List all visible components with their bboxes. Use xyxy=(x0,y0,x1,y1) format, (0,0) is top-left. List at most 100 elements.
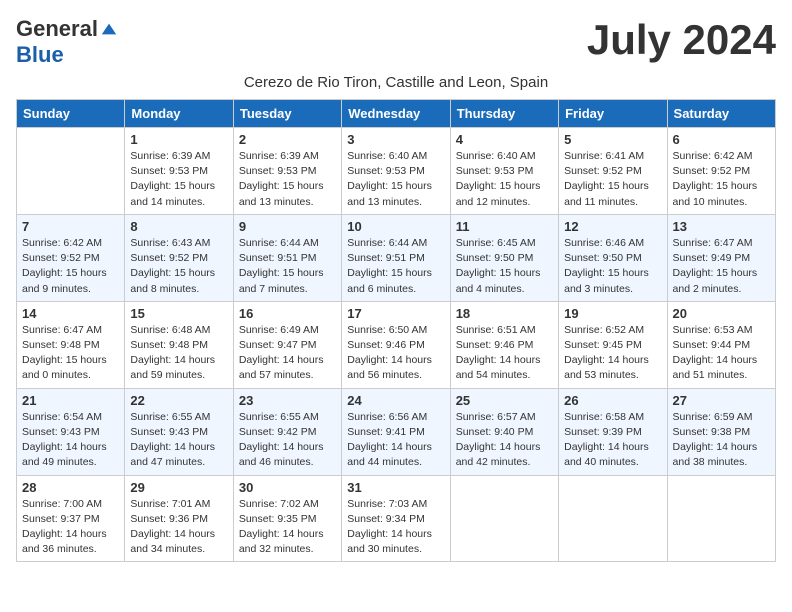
calendar-cell xyxy=(667,475,775,562)
day-number: 2 xyxy=(239,132,336,147)
calendar-cell: 1 Sunrise: 6:39 AMSunset: 9:53 PMDaylight… xyxy=(125,128,233,215)
calendar-cell: 13 Sunrise: 6:47 AMSunset: 9:49 PMDayligh… xyxy=(667,214,775,301)
day-header-monday: Monday xyxy=(125,100,233,128)
day-info: Sunrise: 6:47 AMSunset: 9:48 PMDaylight:… xyxy=(22,323,119,384)
calendar-subtitle: Cerezo de Rio Tiron, Castille and Leon, … xyxy=(16,74,776,91)
day-number: 6 xyxy=(673,132,770,147)
day-number: 31 xyxy=(347,480,444,495)
calendar-cell: 27 Sunrise: 6:59 AMSunset: 9:38 PMDayligh… xyxy=(667,388,775,475)
day-number: 5 xyxy=(564,132,661,147)
day-number: 14 xyxy=(22,306,119,321)
page-header: General Blue July 2024 xyxy=(16,16,776,68)
calendar-cell: 22 Sunrise: 6:55 AMSunset: 9:43 PMDayligh… xyxy=(125,388,233,475)
day-number: 8 xyxy=(130,219,227,234)
day-info: Sunrise: 6:54 AMSunset: 9:43 PMDaylight:… xyxy=(22,410,119,471)
calendar-cell: 2 Sunrise: 6:39 AMSunset: 9:53 PMDaylight… xyxy=(233,128,341,215)
day-info: Sunrise: 6:53 AMSunset: 9:44 PMDaylight:… xyxy=(673,323,770,384)
day-number: 28 xyxy=(22,480,119,495)
calendar-cell: 8 Sunrise: 6:43 AMSunset: 9:52 PMDaylight… xyxy=(125,214,233,301)
day-number: 29 xyxy=(130,480,227,495)
day-number: 30 xyxy=(239,480,336,495)
calendar-week-row: 1 Sunrise: 6:39 AMSunset: 9:53 PMDaylight… xyxy=(17,128,776,215)
day-info: Sunrise: 6:42 AMSunset: 9:52 PMDaylight:… xyxy=(22,236,119,297)
calendar-cell: 17 Sunrise: 6:50 AMSunset: 9:46 PMDayligh… xyxy=(342,301,450,388)
calendar-cell: 16Sunrise: 6:49 AMSunset: 9:47 PMDayligh… xyxy=(233,301,341,388)
calendar-week-row: 21 Sunrise: 6:54 AMSunset: 9:43 PMDayligh… xyxy=(17,388,776,475)
day-number: 15 xyxy=(130,306,227,321)
day-info: Sunrise: 6:56 AMSunset: 9:41 PMDaylight:… xyxy=(347,410,444,471)
calendar-cell: 21 Sunrise: 6:54 AMSunset: 9:43 PMDayligh… xyxy=(17,388,125,475)
calendar-week-row: 7 Sunrise: 6:42 AMSunset: 9:52 PMDaylight… xyxy=(17,214,776,301)
day-info: Sunrise: 6:39 AMSunset: 9:53 PMDaylight:… xyxy=(130,149,227,210)
calendar-cell: 26 Sunrise: 6:58 AMSunset: 9:39 PMDayligh… xyxy=(559,388,667,475)
day-number: 26 xyxy=(564,393,661,408)
day-number: 11 xyxy=(456,219,553,234)
day-number: 19 xyxy=(564,306,661,321)
calendar-cell: 3 Sunrise: 6:40 AMSunset: 9:53 PMDaylight… xyxy=(342,128,450,215)
calendar-cell: 6Sunrise: 6:42 AMSunset: 9:52 PMDaylight… xyxy=(667,128,775,215)
day-header-wednesday: Wednesday xyxy=(342,100,450,128)
day-info: Sunrise: 6:43 AMSunset: 9:52 PMDaylight:… xyxy=(130,236,227,297)
calendar-cell: 14 Sunrise: 6:47 AMSunset: 9:48 PMDayligh… xyxy=(17,301,125,388)
day-info: Sunrise: 6:58 AMSunset: 9:39 PMDaylight:… xyxy=(564,410,661,471)
logo-icon xyxy=(100,20,118,38)
day-info: Sunrise: 7:00 AMSunset: 9:37 PMDaylight:… xyxy=(22,497,119,558)
day-number: 3 xyxy=(347,132,444,147)
logo-blue: Blue xyxy=(16,42,64,68)
day-header-sunday: Sunday xyxy=(17,100,125,128)
day-info: Sunrise: 6:47 AMSunset: 9:49 PMDaylight:… xyxy=(673,236,770,297)
day-number: 10 xyxy=(347,219,444,234)
calendar-cell: 31Sunrise: 7:03 AMSunset: 9:34 PMDayligh… xyxy=(342,475,450,562)
day-number: 13 xyxy=(673,219,770,234)
day-number: 4 xyxy=(456,132,553,147)
day-info: Sunrise: 6:48 AMSunset: 9:48 PMDaylight:… xyxy=(130,323,227,384)
calendar-cell: 25 Sunrise: 6:57 AMSunset: 9:40 PMDayligh… xyxy=(450,388,558,475)
calendar-cell: 4Sunrise: 6:40 AMSunset: 9:53 PMDaylight… xyxy=(450,128,558,215)
day-number: 18 xyxy=(456,306,553,321)
calendar-cell xyxy=(450,475,558,562)
day-info: Sunrise: 6:52 AMSunset: 9:45 PMDaylight:… xyxy=(564,323,661,384)
day-number: 27 xyxy=(673,393,770,408)
day-info: Sunrise: 6:55 AMSunset: 9:43 PMDaylight:… xyxy=(130,410,227,471)
day-info: Sunrise: 6:51 AMSunset: 9:46 PMDaylight:… xyxy=(456,323,553,384)
day-info: Sunrise: 6:44 AMSunset: 9:51 PMDaylight:… xyxy=(347,236,444,297)
day-info: Sunrise: 6:45 AMSunset: 9:50 PMDaylight:… xyxy=(456,236,553,297)
logo-general: General xyxy=(16,16,98,42)
day-number: 1 xyxy=(130,132,227,147)
day-number: 25 xyxy=(456,393,553,408)
day-info: Sunrise: 6:44 AMSunset: 9:51 PMDaylight:… xyxy=(239,236,336,297)
day-number: 16 xyxy=(239,306,336,321)
calendar-header-row: SundayMondayTuesdayWednesdayThursdayFrid… xyxy=(17,100,776,128)
day-info: Sunrise: 6:50 AMSunset: 9:46 PMDaylight:… xyxy=(347,323,444,384)
calendar-table: SundayMondayTuesdayWednesdayThursdayFrid… xyxy=(16,99,776,562)
calendar-week-row: 28 Sunrise: 7:00 AMSunset: 9:37 PMDayligh… xyxy=(17,475,776,562)
day-number: 7 xyxy=(22,219,119,234)
calendar-cell: 28 Sunrise: 7:00 AMSunset: 9:37 PMDayligh… xyxy=(17,475,125,562)
calendar-cell: 29Sunrise: 7:01 AMSunset: 9:36 PMDayligh… xyxy=(125,475,233,562)
day-number: 12 xyxy=(564,219,661,234)
day-info: Sunrise: 6:57 AMSunset: 9:40 PMDaylight:… xyxy=(456,410,553,471)
day-info: Sunrise: 6:59 AMSunset: 9:38 PMDaylight:… xyxy=(673,410,770,471)
calendar-cell: 5Sunrise: 6:41 AMSunset: 9:52 PMDaylight… xyxy=(559,128,667,215)
day-info: Sunrise: 6:46 AMSunset: 9:50 PMDaylight:… xyxy=(564,236,661,297)
calendar-cell: 9Sunrise: 6:44 AMSunset: 9:51 PMDaylight… xyxy=(233,214,341,301)
day-header-friday: Friday xyxy=(559,100,667,128)
day-number: 24 xyxy=(347,393,444,408)
day-number: 22 xyxy=(130,393,227,408)
day-header-saturday: Saturday xyxy=(667,100,775,128)
calendar-cell: 12 Sunrise: 6:46 AMSunset: 9:50 PMDayligh… xyxy=(559,214,667,301)
calendar-cell: 30Sunrise: 7:02 AMSunset: 9:35 PMDayligh… xyxy=(233,475,341,562)
month-title: July 2024 xyxy=(587,16,776,64)
day-info: Sunrise: 6:40 AMSunset: 9:53 PMDaylight:… xyxy=(347,149,444,210)
day-number: 21 xyxy=(22,393,119,408)
calendar-cell: 15 Sunrise: 6:48 AMSunset: 9:48 PMDayligh… xyxy=(125,301,233,388)
calendar-cell: 24 Sunrise: 6:56 AMSunset: 9:41 PMDayligh… xyxy=(342,388,450,475)
calendar-cell: 7 Sunrise: 6:42 AMSunset: 9:52 PMDaylight… xyxy=(17,214,125,301)
day-number: 23 xyxy=(239,393,336,408)
calendar-cell: 18 Sunrise: 6:51 AMSunset: 9:46 PMDayligh… xyxy=(450,301,558,388)
day-info: Sunrise: 6:55 AMSunset: 9:42 PMDaylight:… xyxy=(239,410,336,471)
day-number: 17 xyxy=(347,306,444,321)
day-number: 20 xyxy=(673,306,770,321)
day-info: Sunrise: 6:39 AMSunset: 9:53 PMDaylight:… xyxy=(239,149,336,210)
calendar-cell: 11 Sunrise: 6:45 AMSunset: 9:50 PMDayligh… xyxy=(450,214,558,301)
